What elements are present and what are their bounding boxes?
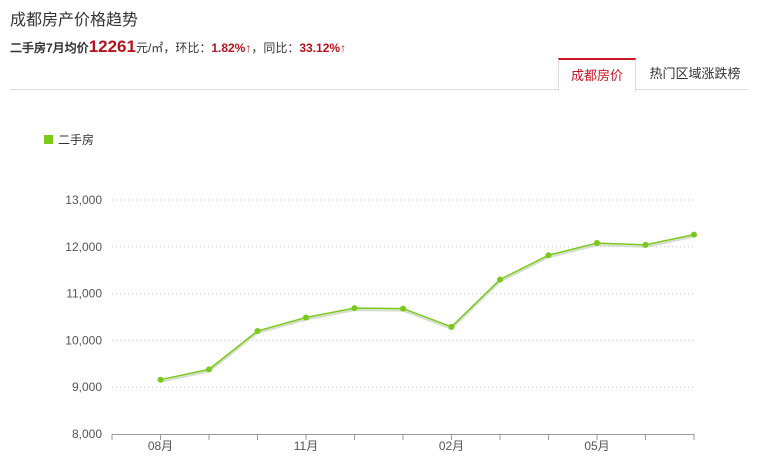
- data-point: [497, 276, 503, 283]
- data-point: [691, 231, 697, 238]
- data-point: [448, 323, 455, 330]
- price-trend-chart: 8,000 9,000 10,000 11,000 12,000 13,000 08月 11…: [65, 193, 697, 453]
- series-line-shadow: [160, 235, 695, 383]
- data-point: [351, 305, 358, 312]
- y-tick-label: 9,000: [72, 380, 102, 394]
- data-point: [400, 305, 406, 312]
- y-tick-label: 10,000: [65, 333, 102, 347]
- x-tick-label: 08月: [148, 439, 173, 453]
- data-point: [642, 241, 649, 248]
- y-tick-label: 12,000: [65, 240, 102, 254]
- y-tick-label: 13,000: [65, 193, 102, 207]
- y-axis: 8,000 9,000 10,000 11,000 12,000 13,000: [65, 193, 102, 441]
- chart-grid: [112, 199, 694, 388]
- series-line: [160, 233, 695, 381]
- y-tick-label: 8,000: [72, 427, 102, 441]
- y-tick-label: 11,000: [66, 287, 102, 301]
- tab-chengdu-price[interactable]: 成都房价: [558, 58, 636, 92]
- x-axis: 08月 11月 02月 05月: [111, 434, 695, 453]
- data-point: [157, 376, 164, 383]
- x-tick-label: 02月: [439, 439, 464, 453]
- chart-series: [157, 231, 697, 383]
- data-point: [254, 328, 261, 335]
- data-point: [303, 314, 309, 321]
- x-tick-label: 05月: [584, 439, 609, 453]
- data-point: [545, 252, 552, 259]
- data-point: [206, 366, 212, 373]
- x-tick-label: 11月: [294, 439, 318, 453]
- data-point: [594, 240, 600, 247]
